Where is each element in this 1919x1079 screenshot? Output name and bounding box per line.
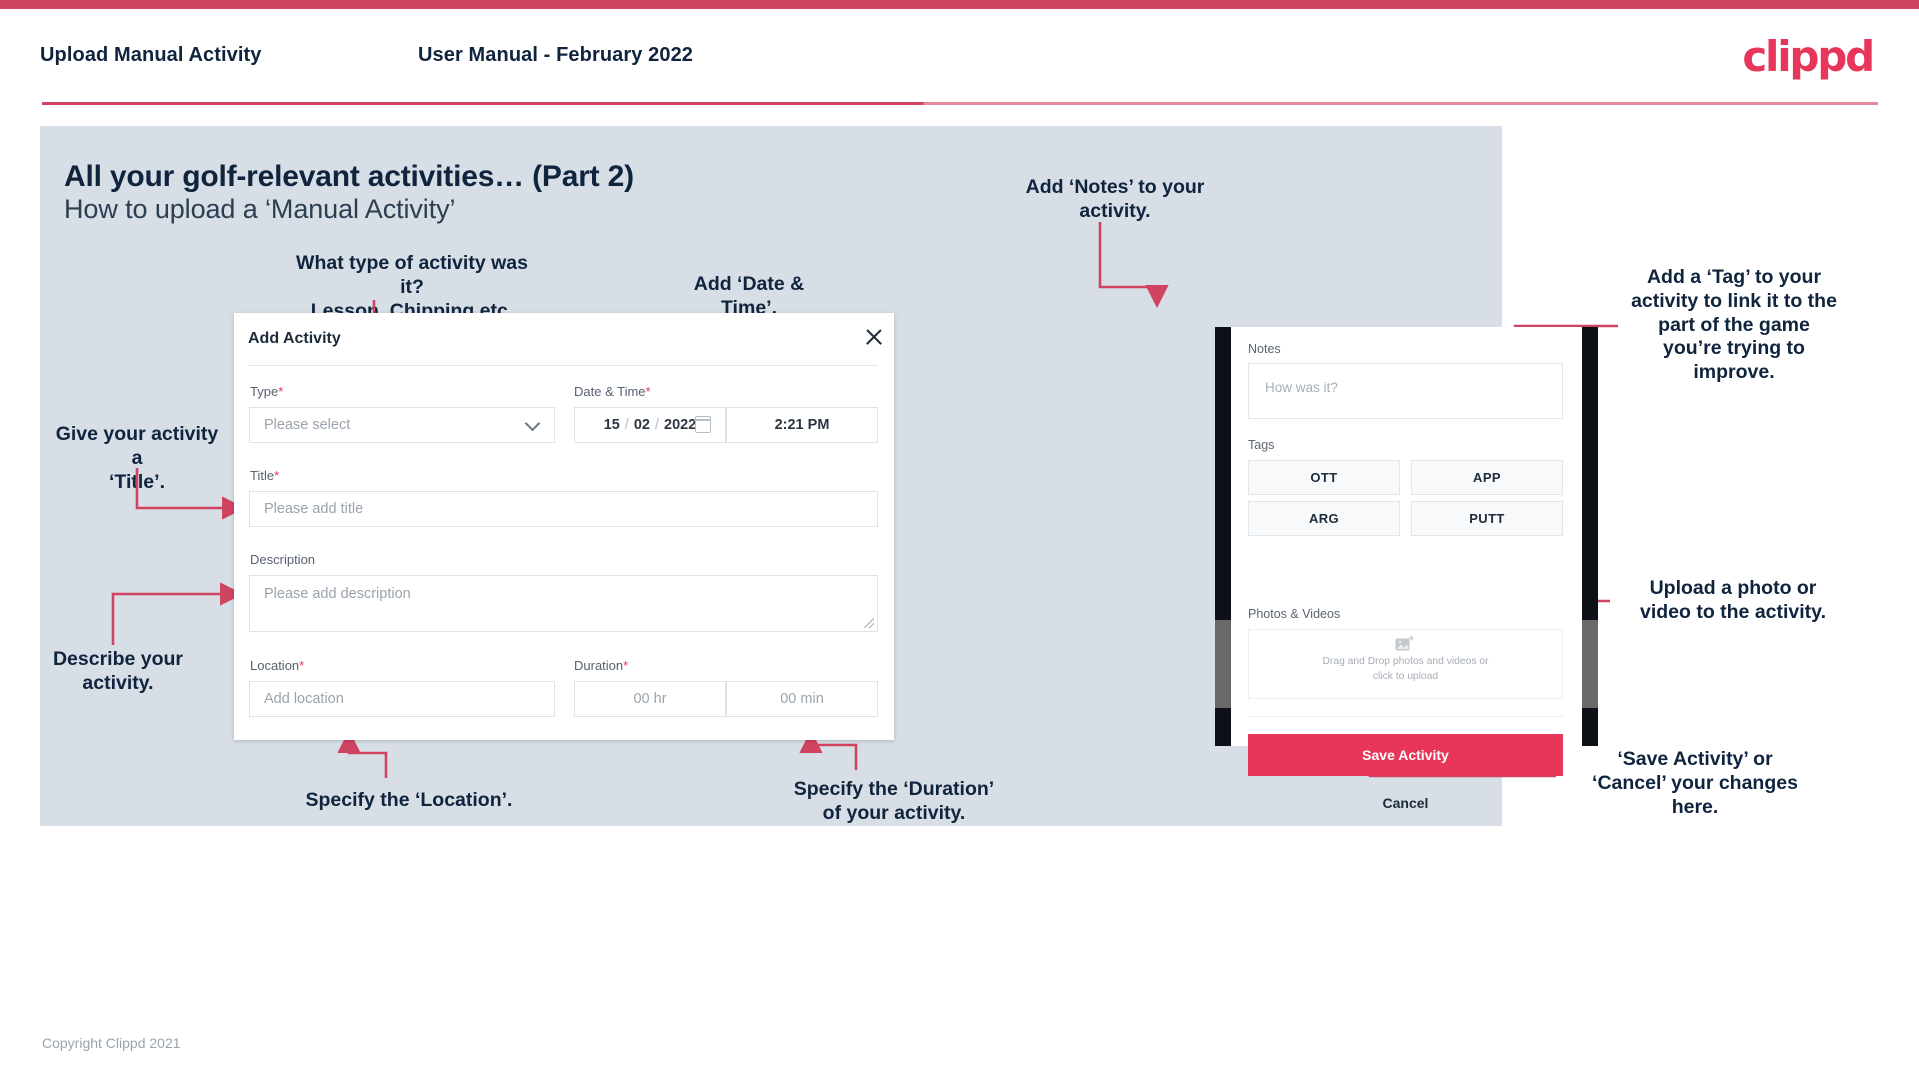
location-placeholder: Add location: [264, 691, 344, 707]
add-image-icon: [1395, 635, 1414, 651]
tag-button-putt[interactable]: PUTT: [1411, 501, 1563, 536]
phone-edge-right-highlight: [1582, 620, 1598, 708]
dropzone-line1: Drag and Drop photos and videos or: [1322, 656, 1489, 667]
required-asterisk: *: [278, 384, 284, 399]
callout-title: Give your activity a ‘Title’.: [48, 423, 226, 494]
slide-page: Upload Manual Activity User Manual - Feb…: [0, 0, 1919, 1079]
required-asterisk: *: [274, 468, 280, 483]
callout-save-line1: ‘Save Activity’ or: [1617, 748, 1773, 770]
save-activity-button[interactable]: Save Activity: [1248, 734, 1563, 776]
description-textarea[interactable]: Please add description: [249, 575, 878, 632]
callout-save-line3: here.: [1671, 795, 1719, 818]
header-divider: [42, 102, 1878, 105]
date-input[interactable]: 15 / 02 / 2022: [574, 407, 726, 443]
close-icon[interactable]: [864, 327, 884, 347]
phone-divider: [1248, 716, 1563, 717]
tag-button-arg[interactable]: ARG: [1248, 501, 1400, 536]
tag-label: OTT: [1310, 470, 1338, 485]
callout-description: Describe your activity.: [48, 648, 188, 696]
type-label: Type*: [250, 384, 284, 399]
callout-duration-line2: of your activity.: [822, 801, 966, 824]
cancel-button[interactable]: Cancel: [1248, 795, 1563, 811]
callout-upload: Upload a photo or video to the activity.: [1622, 577, 1844, 625]
clippd-logo: clippd: [1742, 32, 1875, 81]
phone-edge-left-highlight: [1215, 620, 1231, 708]
tag-button-app[interactable]: APP: [1411, 460, 1563, 495]
callout-type-line1: What type of activity was it?: [296, 252, 528, 298]
top-accent-bar: [0, 0, 1919, 9]
photos-videos-label: Photos & Videos: [1248, 607, 1341, 621]
callout-notes-line1: Add ‘Notes’ to your: [1025, 176, 1205, 198]
title-placeholder: Please add title: [264, 501, 364, 517]
notes-label: Notes: [1248, 342, 1281, 356]
photo-dropzone-text: Drag and Drop photos and videos or click…: [1248, 654, 1563, 685]
callout-tag: Add a ‘Tag’ to your activity to link it …: [1631, 266, 1837, 384]
duration-minutes-input[interactable]: 00 min: [726, 681, 878, 717]
title-input[interactable]: Please add title: [249, 491, 878, 527]
required-asterisk: *: [623, 658, 629, 673]
duration-hours-placeholder: 00 hr: [633, 691, 667, 707]
callout-save-line2: ‘Cancel’ your changes: [1592, 771, 1798, 794]
callout-description-line2: activity.: [82, 671, 154, 694]
callout-duration: Specify the ‘Duration’ of your activity.: [790, 778, 998, 826]
slide-subheading: How to upload a ‘Manual Activity’: [64, 194, 456, 224]
required-asterisk: *: [299, 658, 305, 673]
dialog-divider: [248, 365, 878, 366]
dialog-title: Add Activity: [248, 330, 341, 347]
description-placeholder: Please add description: [264, 586, 411, 602]
callout-upload-line1: Upload a photo or: [1649, 577, 1817, 599]
page-title: Upload Manual Activity: [40, 44, 262, 66]
datetime-label: Date & Time*: [574, 384, 651, 399]
location-label: Location*: [250, 658, 305, 673]
callout-notes-line2: activity.: [1079, 199, 1151, 222]
chevron-down-icon: [524, 415, 541, 432]
callout-location: Specify the ‘Location’.: [305, 789, 513, 811]
tag-button-ott[interactable]: OTT: [1248, 460, 1400, 495]
date-sep-1: /: [624, 417, 629, 433]
duration-label: Duration*: [574, 658, 629, 673]
callout-description-line1: Describe your: [52, 648, 184, 670]
location-input[interactable]: Add location: [249, 681, 555, 717]
tag-label: ARG: [1308, 511, 1340, 526]
tag-label: APP: [1473, 470, 1501, 485]
time-value: 2:21 PM: [774, 417, 830, 433]
callout-upload-line2: video to the activity.: [1639, 600, 1826, 623]
date-sep-2: /: [655, 417, 660, 433]
callout-title-line2: ‘Title’.: [109, 470, 165, 493]
date-month: 02: [633, 417, 650, 433]
footer-copyright: Copyright Clippd 2021: [42, 1035, 181, 1051]
duration-hours-input[interactable]: 00 hr: [574, 681, 726, 717]
description-label: Description: [250, 552, 316, 567]
required-asterisk: *: [645, 384, 651, 399]
tags-label: Tags: [1248, 438, 1275, 452]
type-select[interactable]: Please select: [249, 407, 555, 443]
time-input[interactable]: 2:21 PM: [726, 407, 878, 443]
tag-label: PUTT: [1469, 511, 1505, 526]
title-label: Title*: [250, 468, 280, 483]
type-placeholder: Please select: [264, 417, 351, 433]
notes-placeholder: How was it?: [1265, 380, 1338, 395]
callout-duration-line1: Specify the ‘Duration’: [793, 778, 995, 800]
date-day: 15: [603, 417, 620, 433]
resize-handle-icon[interactable]: [864, 618, 874, 628]
calendar-icon[interactable]: [694, 416, 711, 433]
date-year: 2022: [664, 417, 697, 433]
slide-heading: All your golf-relevant activities… (Part…: [64, 160, 634, 193]
callout-title-line1: Give your activity a: [55, 423, 219, 469]
dropzone-line2: click to upload: [1372, 671, 1439, 683]
callout-save: ‘Save Activity’ or ‘Cancel’ your changes…: [1570, 748, 1820, 819]
duration-minutes-placeholder: 00 min: [780, 691, 824, 707]
manual-subtitle: User Manual - February 2022: [418, 44, 694, 66]
callout-notes: Add ‘Notes’ to your activity.: [1020, 176, 1210, 224]
